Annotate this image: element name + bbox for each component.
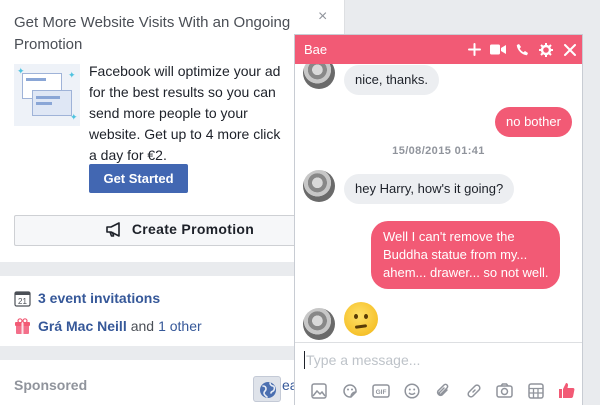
- get-started-button[interactable]: Get Started: [89, 164, 188, 193]
- incoming-message: nice, thanks.: [344, 65, 439, 95]
- video-camera-icon[interactable]: [486, 40, 510, 60]
- chat-toolbar: GIF: [295, 375, 582, 405]
- incoming-message: hey Harry, how's it going?: [344, 174, 515, 204]
- sticker-icon[interactable]: [334, 379, 365, 403]
- chat-header[interactable]: Bae: [295, 35, 582, 64]
- gif-icon[interactable]: GIF: [365, 379, 396, 403]
- sponsored-label: Sponsored: [14, 377, 88, 393]
- gift-icon: [14, 317, 31, 335]
- message-timestamp: 15/08/2015 01:41: [392, 145, 485, 157]
- promotion-illustration: ✦ ✦ ✦: [14, 64, 80, 126]
- birthday-row: Grá Mac Neill and 1 other: [14, 316, 202, 336]
- photo-icon[interactable]: [303, 379, 334, 403]
- camera-icon[interactable]: [489, 379, 520, 403]
- plus-icon[interactable]: [462, 40, 486, 60]
- others-link[interactable]: 1 other: [158, 318, 202, 334]
- close-icon[interactable]: [558, 40, 582, 60]
- contact-avatar: [303, 308, 335, 340]
- svg-text:21: 21: [18, 297, 27, 306]
- globe-icon[interactable]: [253, 376, 281, 402]
- chat-window: Bae nice, thanks. no bother 15/08/2015 0…: [294, 34, 583, 405]
- table-icon[interactable]: [520, 379, 551, 403]
- phone-icon[interactable]: [510, 40, 534, 60]
- emoji-icon[interactable]: [396, 379, 427, 403]
- calendar-icon: 21: [14, 290, 31, 307]
- attachment-icon[interactable]: [427, 379, 458, 403]
- svg-text:GIF: GIF: [375, 389, 386, 396]
- outgoing-message: Well I can't remove the Buddha statue fr…: [371, 221, 561, 289]
- confused-face-emoji: [344, 302, 378, 336]
- event-invitations-row[interactable]: 21 3 event invitations: [14, 288, 160, 308]
- contact-avatar: [303, 170, 335, 202]
- birthday-name-link[interactable]: Grá Mac Neill: [38, 318, 127, 334]
- outgoing-message: no bother: [495, 107, 572, 137]
- text-caret: [304, 351, 305, 369]
- gear-icon[interactable]: [534, 40, 558, 60]
- chat-title[interactable]: Bae: [304, 42, 462, 57]
- create-promotion-label: Create Promotion: [131, 221, 255, 238]
- link-icon[interactable]: [458, 379, 489, 403]
- and-text: and: [130, 318, 155, 334]
- event-invitations-link[interactable]: 3 event invitations: [38, 290, 160, 306]
- message-input[interactable]: [306, 351, 566, 369]
- promotion-title: Get More Website Visits With an Ongoing …: [14, 14, 291, 53]
- message-list[interactable]: nice, thanks. no bother 15/08/2015 01:41…: [295, 64, 582, 341]
- close-icon[interactable]: ×: [318, 8, 327, 26]
- thumbs-up-icon[interactable]: [551, 379, 582, 403]
- megaphone-icon: [106, 221, 124, 240]
- contact-avatar: [303, 64, 335, 89]
- compose-area[interactable]: [295, 342, 582, 375]
